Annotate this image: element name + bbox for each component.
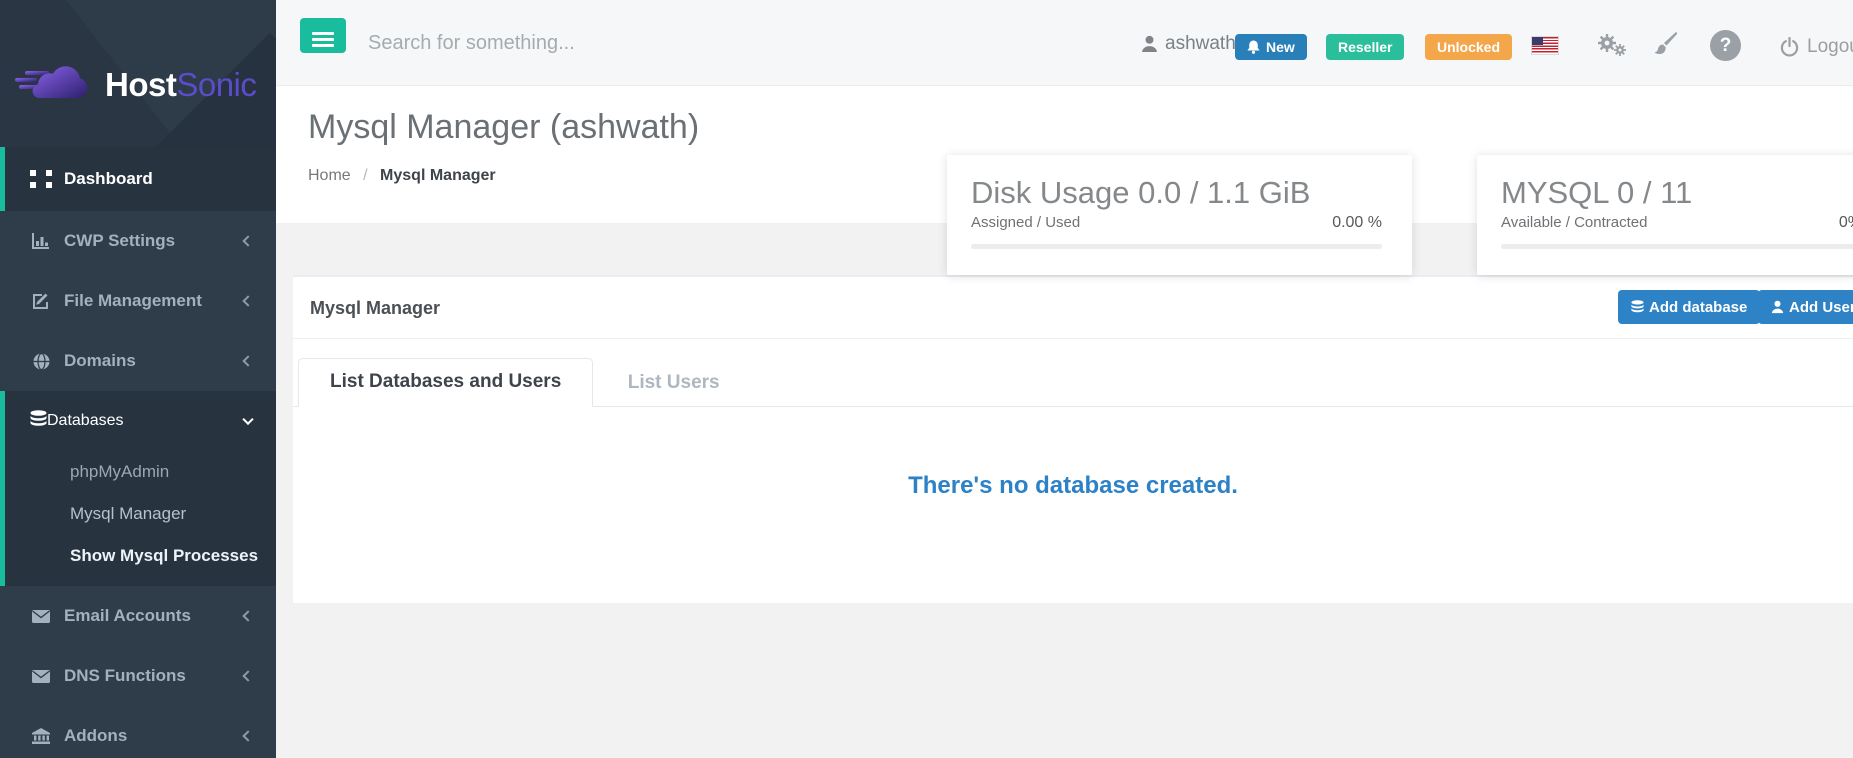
sidebar-nav: Dashboard CWP Settings File Management D… <box>0 147 276 758</box>
us-flag-language-icon[interactable] <box>1532 37 1558 54</box>
sidebar-item-label: DNS Functions <box>64 666 186 686</box>
chevron-left-icon <box>242 610 253 621</box>
disk-usage-percent: 0.00 % <box>1332 214 1382 232</box>
bank-icon <box>30 727 52 745</box>
globe-icon <box>30 352 52 370</box>
power-icon <box>1780 37 1799 57</box>
sidebar-item-label: Databases <box>47 412 124 430</box>
sidebar: HostSonic Dashboard CWP Settings File Ma… <box>0 0 276 758</box>
disk-usage-title: Disk Usage 0.0 / 1.1 GiB <box>971 175 1382 211</box>
add-user-button[interactable]: Add User <box>1758 290 1853 324</box>
envelope-icon <box>30 667 52 685</box>
mysql-quota-subtitle: Available / Contracted <box>1501 214 1647 231</box>
empty-database-message: There's no database created. <box>293 472 1853 500</box>
disk-usage-progress-bar <box>971 244 1382 249</box>
search-input[interactable] <box>368 0 888 86</box>
sidebar-item-label: Email Accounts <box>64 606 191 626</box>
user-icon <box>1771 300 1784 314</box>
sidebar-item-dns-functions[interactable]: DNS Functions <box>0 646 276 706</box>
breadcrumb-home-link[interactable]: Home <box>308 167 351 184</box>
bell-icon <box>1247 40 1260 54</box>
tab-list-databases-and-users[interactable]: List Databases and Users <box>298 358 593 407</box>
sidebar-subitem-show-mysql-processes[interactable]: Show Mysql Processes <box>5 535 276 577</box>
user-icon <box>1141 35 1158 53</box>
username: ashwath <box>1165 33 1236 55</box>
dashboard-grid-icon <box>30 170 52 188</box>
brand-logo[interactable]: HostSonic <box>0 0 276 147</box>
brand-name: HostSonic <box>105 66 256 104</box>
sidebar-item-cwp-settings[interactable]: CWP Settings <box>0 211 276 271</box>
sidebar-item-label: CWP Settings <box>64 231 175 251</box>
logout-button[interactable]: Logout <box>1780 36 1853 58</box>
tab-list-users[interactable]: List Users <box>598 358 750 407</box>
chevron-left-icon <box>242 295 253 306</box>
mysql-quota-card: MYSQL 0 / 11 Available / Contracted 0% <box>1477 155 1853 275</box>
edit-icon <box>30 292 52 310</box>
sidebar-item-label: Addons <box>64 726 127 746</box>
sidebar-toggle-button[interactable] <box>300 18 346 53</box>
mysql-manager-panel: Mysql Manager Add database Add User List… <box>293 275 1853 603</box>
sidebar-subitem-mysql-manager[interactable]: Mysql Manager <box>5 493 276 535</box>
sidebar-subitem-phpmyadmin[interactable]: phpMyAdmin <box>5 451 276 493</box>
help-icon[interactable]: ? <box>1710 30 1741 61</box>
sidebar-item-databases[interactable]: Databases <box>5 391 276 451</box>
sidebar-section-databases: Databases phpMyAdmin Mysql Manager Show … <box>0 391 276 586</box>
breadcrumb-separator: / <box>363 167 367 184</box>
tab-strip: List Databases and Users List Users <box>293 358 1853 407</box>
chevron-left-icon <box>242 730 253 741</box>
sidebar-item-domains[interactable]: Domains <box>0 331 276 391</box>
chevron-down-icon <box>242 414 253 425</box>
disk-usage-subtitle: Assigned / Used <box>971 214 1080 231</box>
sidebar-item-addons[interactable]: Addons <box>0 706 276 758</box>
sidebar-item-label: Dashboard <box>64 169 153 189</box>
sidebar-item-label: Domains <box>64 351 136 371</box>
reseller-badge[interactable]: Reseller <box>1326 34 1404 60</box>
sidebar-item-email-accounts[interactable]: Email Accounts <box>0 586 276 646</box>
bar-chart-icon <box>30 232 52 250</box>
mysql-quota-progress-bar <box>1501 244 1853 249</box>
settings-gears-icon[interactable] <box>1596 32 1626 61</box>
chevron-left-icon <box>242 355 253 366</box>
chevron-left-icon <box>242 670 253 681</box>
database-icon <box>1631 300 1644 314</box>
user-menu[interactable]: ashwath <box>1141 33 1236 55</box>
mysql-quota-percent: 0% <box>1839 214 1853 232</box>
new-notifications-badge[interactable]: New <box>1235 34 1307 60</box>
envelope-icon <box>30 607 52 625</box>
chevron-left-icon <box>242 235 253 246</box>
sidebar-item-label: File Management <box>64 291 202 311</box>
theme-brush-icon[interactable] <box>1652 30 1678 61</box>
sidebar-item-dashboard[interactable]: Dashboard <box>0 147 276 211</box>
breadcrumb-current: Mysql Manager <box>380 167 496 184</box>
unlocked-badge[interactable]: Unlocked <box>1425 34 1512 60</box>
disk-usage-card: Disk Usage 0.0 / 1.1 GiB Assigned / Used… <box>947 155 1412 275</box>
panel-header: Mysql Manager Add database Add User <box>293 277 1853 339</box>
mysql-quota-title: MYSQL 0 / 11 <box>1501 175 1853 211</box>
database-icon <box>30 410 47 433</box>
sidebar-item-file-management[interactable]: File Management <box>0 271 276 331</box>
page-title: Mysql Manager (ashwath) <box>308 108 1853 147</box>
topbar: ashwath New Reseller Unlocked ? Logout <box>276 0 1853 86</box>
add-database-button[interactable]: Add database <box>1618 290 1760 324</box>
cloud-logo-icon <box>15 62 97 107</box>
